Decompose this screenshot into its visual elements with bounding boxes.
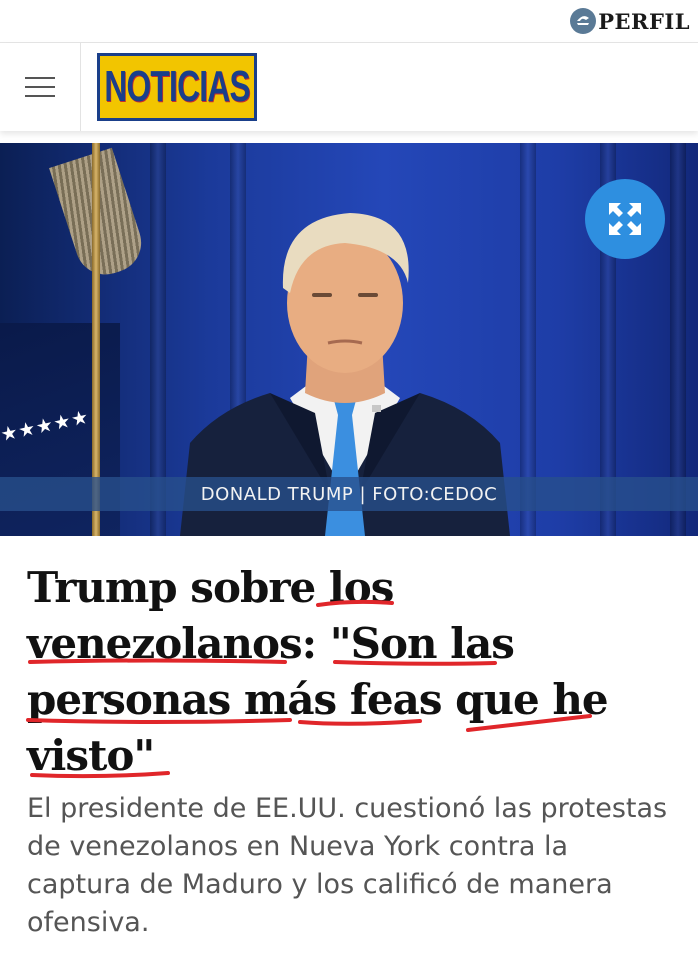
noticias-logo-text: NOTICIAS xyxy=(104,62,250,111)
menu-button[interactable] xyxy=(0,43,81,131)
top-brand-bar: PERFIL xyxy=(0,0,698,43)
perfil-logo-icon xyxy=(570,8,597,34)
perfil-logo[interactable]: PERFIL xyxy=(570,6,690,36)
site-header: NOTICIAS xyxy=(0,43,698,131)
expand-image-button[interactable] xyxy=(585,179,665,259)
perfil-logo-text: PERFIL xyxy=(598,8,690,34)
expand-icon xyxy=(609,203,641,235)
image-caption: DONALD TRUMP | FOTO:CEDOC xyxy=(200,483,498,505)
hero-image: ★★★★★ DONALD TRUMP | FOTO:CEDOC xyxy=(0,143,698,536)
noticias-logo[interactable]: NOTICIAS xyxy=(97,53,257,121)
image-caption-bar: DONALD TRUMP | FOTO:CEDOC xyxy=(0,477,698,511)
article-summary: El presidente de EE.UU. cuestionó las pr… xyxy=(27,793,668,938)
article-headline: Trump sobre los venezolanos: "Son las pe… xyxy=(27,563,609,780)
menu-icon xyxy=(25,77,55,97)
